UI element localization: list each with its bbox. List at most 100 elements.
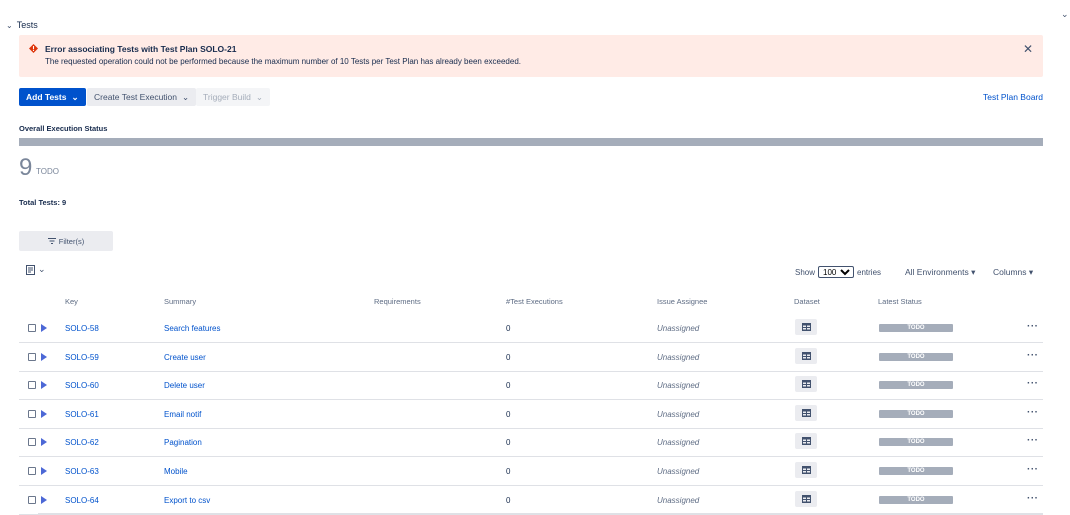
test-summary-link[interactable]: Email notif [164, 410, 201, 419]
play-icon[interactable] [41, 324, 47, 332]
header-key[interactable]: Key [65, 297, 78, 306]
test-key-link[interactable]: SOLO-64 [65, 496, 99, 505]
header-requirements[interactable]: Requirements [374, 297, 421, 306]
filters-button[interactable]: Filter(s) [19, 231, 113, 251]
view-options-button[interactable]: ⌄ [26, 264, 46, 275]
dataset-button[interactable] [795, 404, 817, 421]
tests-section-toggle[interactable]: ⌄ Tests [6, 20, 38, 30]
issue-assignee: Unassigned [657, 438, 700, 448]
row-checkbox[interactable] [28, 352, 36, 361]
more-icon[interactable]: ··· [1027, 464, 1039, 475]
entries-select[interactable]: 100 [818, 266, 855, 278]
more-icon[interactable]: ··· [1027, 350, 1039, 361]
filters-label: Filter(s) [58, 236, 85, 246]
table-row: SOLO-63 Mobile 0 Unassigned TODO ··· [19, 457, 1043, 486]
issue-assignee: Unassigned [657, 495, 700, 505]
table-icon [801, 466, 811, 474]
play-icon[interactable] [41, 495, 47, 504]
header-issue-assignee[interactable]: Issue Assignee [657, 297, 707, 306]
more-icon[interactable]: ··· [1027, 321, 1039, 332]
test-summary-link[interactable]: Export to csv [164, 496, 210, 505]
dataset-button[interactable] [795, 490, 817, 507]
play-icon[interactable] [41, 409, 47, 418]
test-key-link[interactable]: SOLO-59 [65, 353, 99, 362]
test-summary-link[interactable]: Search features [164, 324, 220, 333]
create-execution-label: Create Test Execution [94, 92, 177, 102]
test-key-link[interactable]: SOLO-63 [65, 467, 99, 476]
test-executions-count: 0 [506, 324, 511, 333]
todo-count-label: TODO [36, 167, 59, 176]
section-title: Tests [16, 20, 38, 30]
dataset-button[interactable] [795, 433, 817, 450]
row-checkbox[interactable] [28, 467, 36, 475]
issue-assignee: Unassigned [657, 409, 700, 419]
chevron-down-icon: ⌄ [255, 91, 263, 102]
create-test-execution-button[interactable]: Create Test Execution ⌄ [87, 88, 197, 106]
overall-status-label: Overall Execution Status [19, 124, 108, 133]
test-executions-count: 0 [506, 409, 511, 419]
table-row: SOLO-59 Create user 0 Unassigned TODO ··· [19, 343, 1043, 372]
environments-label: All Environments [905, 267, 969, 277]
test-summary-link[interactable]: Pagination [164, 438, 202, 447]
row-checkbox[interactable] [28, 409, 36, 418]
table-icon [801, 408, 811, 417]
row-checkbox[interactable] [28, 495, 36, 504]
add-tests-button[interactable]: Add Tests ⌄ [19, 88, 86, 106]
dataset-button[interactable] [795, 347, 817, 364]
play-icon[interactable] [41, 381, 47, 390]
row-checkbox[interactable] [28, 438, 36, 447]
chevron-down-icon: ⌄ [38, 264, 46, 274]
test-plan-board-link[interactable]: Test Plan Board [983, 92, 1043, 102]
more-icon[interactable]: ··· [1027, 493, 1039, 504]
test-key-link[interactable]: SOLO-62 [65, 438, 99, 447]
filter-icon [47, 238, 56, 244]
banner-message: The requested operation could not be per… [45, 57, 521, 66]
status-badge: TODO [879, 381, 953, 390]
dataset-button[interactable] [795, 462, 817, 478]
status-badge: TODO [879, 324, 953, 332]
trigger-build-button: Trigger Build ⌄ [196, 88, 270, 106]
test-summary-link[interactable]: Mobile [164, 467, 188, 476]
trigger-build-label: Trigger Build [203, 92, 251, 102]
close-icon[interactable]: ✕ [1023, 42, 1033, 56]
collapse-chevron-icon[interactable]: ⌄ [1061, 9, 1069, 20]
status-badge: TODO [879, 409, 953, 418]
more-icon[interactable]: ··· [1027, 435, 1039, 446]
test-key-link[interactable]: SOLO-60 [65, 381, 99, 390]
issue-assignee: Unassigned [657, 352, 700, 362]
table-row: SOLO-62 Pagination 0 Unassigned TODO ··· [19, 428, 1043, 458]
header-test-executions[interactable]: #Test Executions [506, 297, 563, 306]
test-executions-count: 0 [506, 467, 511, 476]
row-checkbox[interactable] [28, 381, 36, 390]
columns-dropdown[interactable]: Columns ▾ [993, 267, 1033, 278]
dataset-button[interactable] [795, 376, 817, 393]
more-icon[interactable]: ··· [1027, 378, 1039, 389]
status-badge: TODO [879, 438, 953, 447]
caret-down-icon: ▾ [971, 267, 976, 277]
dataset-button[interactable] [795, 319, 817, 335]
row-checkbox[interactable] [28, 324, 36, 332]
test-executions-count: 0 [506, 381, 511, 391]
more-icon[interactable]: ··· [1027, 407, 1039, 418]
header-summary[interactable]: Summary [164, 297, 196, 306]
header-dataset[interactable]: Dataset [794, 297, 820, 306]
chevron-down-icon: ⌄ [71, 91, 79, 102]
todo-count: 9 [19, 154, 33, 181]
table-icon [801, 494, 811, 503]
show-label: Show [795, 267, 816, 277]
test-summary-link[interactable]: Delete user [164, 381, 205, 390]
test-key-link[interactable]: SOLO-61 [65, 410, 99, 419]
chevron-down-icon: ⌄ [6, 20, 13, 30]
play-icon[interactable] [41, 438, 47, 447]
environments-dropdown[interactable]: All Environments ▾ [905, 267, 975, 278]
play-icon[interactable] [41, 467, 47, 475]
play-icon[interactable] [41, 352, 47, 361]
entries-label: entries [857, 267, 882, 277]
table-row: SOLO-58 Search features 0 Unassigned TODO ··· [19, 314, 1043, 343]
banner-title: Error associating Tests with Test Plan S… [45, 44, 237, 54]
test-key-link[interactable]: SOLO-58 [65, 324, 99, 333]
columns-label: Columns [993, 267, 1027, 277]
table-bottom-border [38, 513, 1043, 514]
test-summary-link[interactable]: Create user [164, 353, 206, 362]
header-latest-status[interactable]: Latest Status [878, 297, 922, 306]
